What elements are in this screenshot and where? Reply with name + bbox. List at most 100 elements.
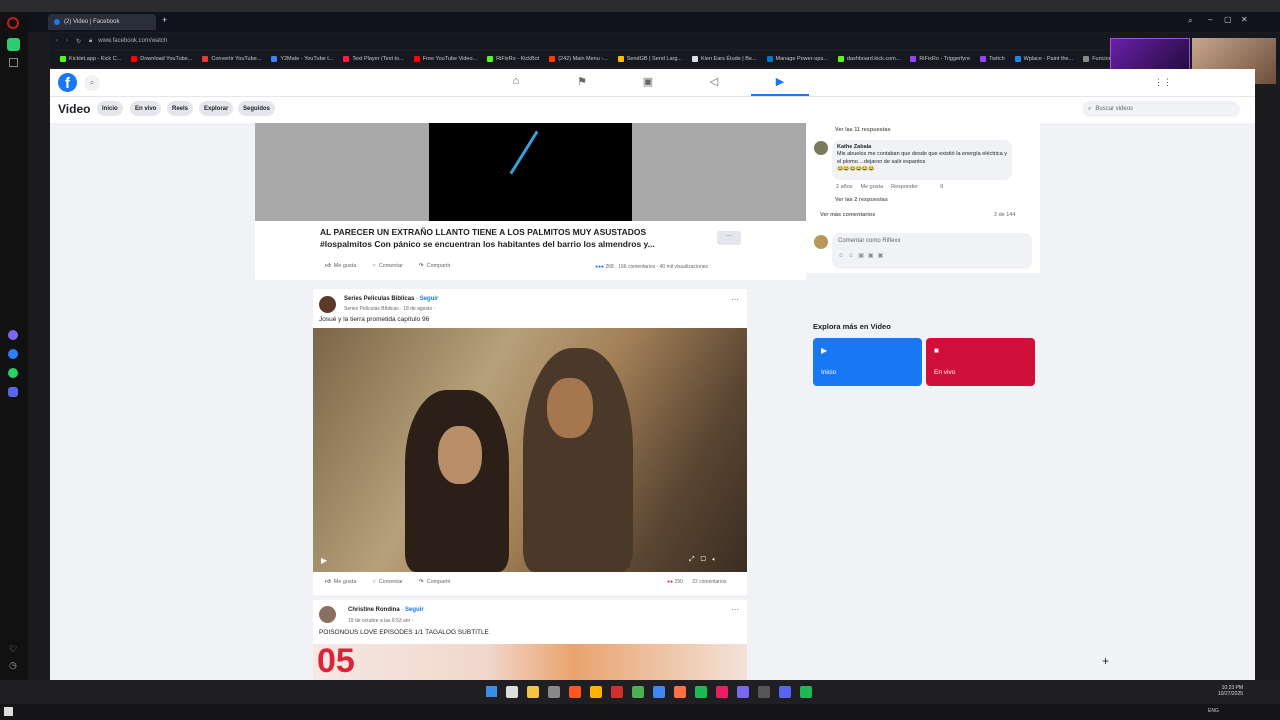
- share-button[interactable]: ↷ Compartir: [419, 263, 451, 269]
- page-name[interactable]: Christine Rondina: [348, 607, 400, 613]
- nav-home-icon[interactable]: ⌂: [509, 75, 523, 89]
- bookmark-item[interactable]: RiFixRo - KickBot: [487, 56, 539, 62]
- comment-like[interactable]: Me gusta: [861, 184, 884, 190]
- whatsapp-icon[interactable]: [8, 368, 18, 378]
- more-comments-link[interactable]: Ver más comentarios: [820, 212, 875, 218]
- video-player-2[interactable]: ▶ ⤢▢◂: [313, 328, 747, 572]
- bookmark-item[interactable]: Download YouTube...: [131, 56, 192, 62]
- post-more-button[interactable]: ...: [717, 231, 741, 245]
- video-thumbnail-3[interactable]: 05: [313, 644, 747, 680]
- bookmark-item[interactable]: Text Player (Text to...: [343, 56, 404, 62]
- page-name[interactable]: Series Peliculas Biblicas: [344, 296, 414, 302]
- maximize-button[interactable]: ▢: [1224, 15, 1232, 24]
- taskbar-app-icon[interactable]: [632, 686, 644, 698]
- pill-inicio[interactable]: Inicio: [97, 101, 123, 116]
- taskbar-app-icon[interactable]: [506, 686, 518, 698]
- discord-icon[interactable]: [8, 387, 18, 397]
- taskbar-app-icon[interactable]: [695, 686, 707, 698]
- bookmark-item[interactable]: Free YouTube Video...: [413, 56, 477, 62]
- address-bar[interactable]: ‹ › ↻ 🔒︎ www.facebook.com/watch: [50, 33, 1280, 49]
- follow-button[interactable]: Seguir: [405, 607, 424, 613]
- share-button[interactable]: ↷ Compartir: [419, 579, 451, 585]
- taskbar-app-icon[interactable]: [590, 686, 602, 698]
- search-tabs-icon[interactable]: ⌕: [1188, 16, 1192, 26]
- back-icon[interactable]: ‹: [56, 38, 58, 44]
- new-tab-button[interactable]: +: [162, 15, 167, 25]
- nav-megaphone-icon[interactable]: ◁: [707, 75, 721, 89]
- taskbar-app-icon[interactable]: [674, 686, 686, 698]
- history-icon[interactable]: ◷: [9, 660, 17, 671]
- bookmark-item[interactable]: (242) Main Menu -...: [549, 56, 608, 62]
- taskbar-app-icon[interactable]: [800, 686, 812, 698]
- nav-marketplace-icon[interactable]: ▣: [641, 75, 655, 89]
- bookmark-item[interactable]: dashboard.kick.com...: [837, 56, 900, 62]
- menu-grid-icon[interactable]: ⋮⋮: [1154, 77, 1172, 88]
- like-button[interactable]: 👍︎ Me gusta: [325, 263, 356, 269]
- view-2-replies[interactable]: Ver las 2 respuestas: [835, 197, 888, 203]
- page-avatar[interactable]: [319, 606, 336, 623]
- comment-input[interactable]: Comentar como Rifiexx ☺☺▣▣▣: [832, 233, 1032, 269]
- play-button[interactable]: ▶: [321, 556, 327, 565]
- bookmark-item[interactable]: Wplace - Paint the...: [1014, 56, 1073, 62]
- taskbar-app-icon[interactable]: [737, 686, 749, 698]
- url-text[interactable]: www.facebook.com/watch: [98, 38, 167, 44]
- bookmark-item[interactable]: Twitch: [980, 56, 1005, 62]
- opera-icon[interactable]: [7, 17, 19, 29]
- taskbar-app-icon[interactable]: [569, 686, 581, 698]
- taskbar-app-icon[interactable]: [758, 686, 770, 698]
- messenger-icon-2[interactable]: [8, 349, 18, 359]
- taskbar-app-icon[interactable]: [653, 686, 665, 698]
- comment-button[interactable]: ○ Comentar: [372, 579, 402, 585]
- heart-icon[interactable]: ♡: [9, 644, 17, 655]
- post-options-icon[interactable]: ···: [731, 605, 739, 614]
- taskbar-app-icon[interactable]: [611, 686, 623, 698]
- bookmark-item[interactable]: RiFixRo - Triggerfyre: [910, 56, 970, 62]
- explore-inicio-card[interactable]: ▶ Inicio: [813, 338, 922, 386]
- bookmark-item[interactable]: Manage Power-ups...: [766, 56, 828, 62]
- nav-video-icon[interactable]: ▶: [773, 75, 787, 89]
- taskbar-app-icon[interactable]: [548, 686, 560, 698]
- comment-reply[interactable]: Responder: [891, 184, 918, 190]
- commenter-avatar[interactable]: [814, 141, 828, 155]
- comment-button[interactable]: ○ Comentar: [372, 263, 402, 269]
- nav-flag-icon[interactable]: ⚑: [575, 75, 589, 89]
- bookmark-favicon-icon: [766, 56, 773, 62]
- forward-icon[interactable]: ›: [66, 38, 68, 44]
- bookmark-item[interactable]: Convertir YouTube...: [202, 56, 261, 62]
- taskbar-app-icon[interactable]: [527, 686, 539, 698]
- bookmark-item[interactable]: SendGB | Send Larg...: [617, 56, 682, 62]
- reload-icon[interactable]: ↻: [76, 38, 81, 45]
- video-player-1[interactable]: [255, 123, 806, 221]
- explore-envivo-card[interactable]: ■ En vivo: [926, 338, 1035, 386]
- tab-facebook[interactable]: (2) Video | Facebook: [48, 14, 156, 30]
- lock-icon: 🔒︎: [89, 37, 93, 44]
- video-search-input[interactable]: ⌕ Buscar videos: [1082, 101, 1240, 117]
- pill-reels[interactable]: Reels: [167, 101, 194, 116]
- follow-button[interactable]: Seguir: [420, 296, 439, 302]
- host-start-icon[interactable]: [4, 707, 13, 716]
- post-options-icon[interactable]: ···: [731, 295, 739, 304]
- pill-explorar[interactable]: Explorar: [199, 101, 234, 116]
- home-icon[interactable]: [9, 58, 18, 67]
- view-11-replies[interactable]: Ver las 11 respuestas: [835, 127, 891, 133]
- bookmark-item[interactable]: Kien Ears Étude | Be...: [692, 56, 757, 62]
- taskbar-app-icon[interactable]: [716, 686, 728, 698]
- video-controls-icons[interactable]: ⤢▢◂: [689, 556, 721, 564]
- taskbar-app-icon[interactable]: [779, 686, 791, 698]
- like-button[interactable]: 👍︎ Me gusta: [325, 579, 356, 585]
- start-icon[interactable]: [486, 686, 497, 697]
- bookmark-item[interactable]: Y2Mate - YouTube t...: [271, 56, 333, 62]
- pill-seguidos[interactable]: Seguidos: [238, 101, 276, 116]
- facebook-logo[interactable]: f: [58, 73, 77, 92]
- minimize-button[interactable]: –: [1208, 15, 1212, 24]
- bookmark-item[interactable]: Kicklet.app - Kick C...: [60, 56, 121, 62]
- comment-count[interactable]: 22 comentarios: [692, 579, 726, 585]
- page-avatar[interactable]: [319, 296, 336, 313]
- messenger-icon[interactable]: [8, 330, 18, 340]
- close-button[interactable]: ✕: [1241, 15, 1248, 24]
- bookmark-label: Kicklet.app - Kick C...: [69, 56, 122, 62]
- pill-en-vivo[interactable]: En vivo: [130, 101, 162, 116]
- search-icon[interactable]: ⌕: [84, 75, 100, 91]
- taskbar-clock[interactable]: 10:23 PM 10/27/2025: [1218, 685, 1243, 697]
- aria-icon[interactable]: [7, 38, 20, 51]
